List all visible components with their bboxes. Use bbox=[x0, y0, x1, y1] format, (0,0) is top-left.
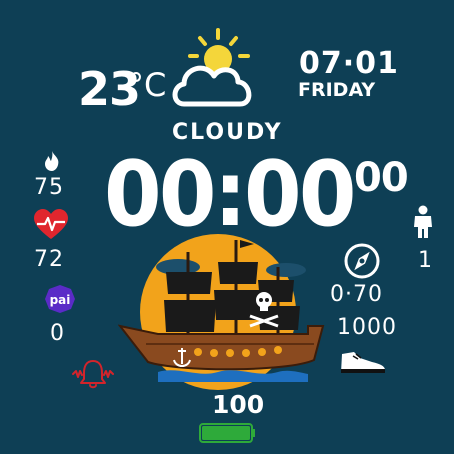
calories-value: 75 bbox=[34, 175, 64, 200]
sneaker-icon bbox=[341, 352, 385, 373]
compass-icon bbox=[344, 243, 380, 279]
people-value: 1 bbox=[418, 248, 433, 273]
temperature-unit: °C bbox=[128, 66, 167, 104]
battery-percent: 100 bbox=[212, 390, 265, 419]
cloudy-weather-icon bbox=[172, 28, 252, 107]
flame-icon bbox=[45, 151, 59, 171]
pai-badge-icon: pai bbox=[45, 285, 75, 313]
pirate-ship-illustration bbox=[118, 234, 325, 390]
time-seconds: 00 bbox=[354, 155, 409, 201]
pai-value: 0 bbox=[50, 321, 65, 346]
battery-icon bbox=[199, 423, 255, 443]
date-day-month: 07·01 bbox=[299, 46, 399, 81]
alarm-bell-icon bbox=[72, 360, 114, 389]
battery-fill bbox=[202, 426, 250, 440]
heart-rate-icon bbox=[34, 209, 68, 239]
steps-value: 1000 bbox=[337, 315, 397, 340]
heart-rate-value: 72 bbox=[34, 247, 64, 272]
person-icon bbox=[414, 205, 432, 238]
pai-label: pai bbox=[50, 293, 71, 307]
date-weekday: FRIDAY bbox=[298, 79, 376, 101]
